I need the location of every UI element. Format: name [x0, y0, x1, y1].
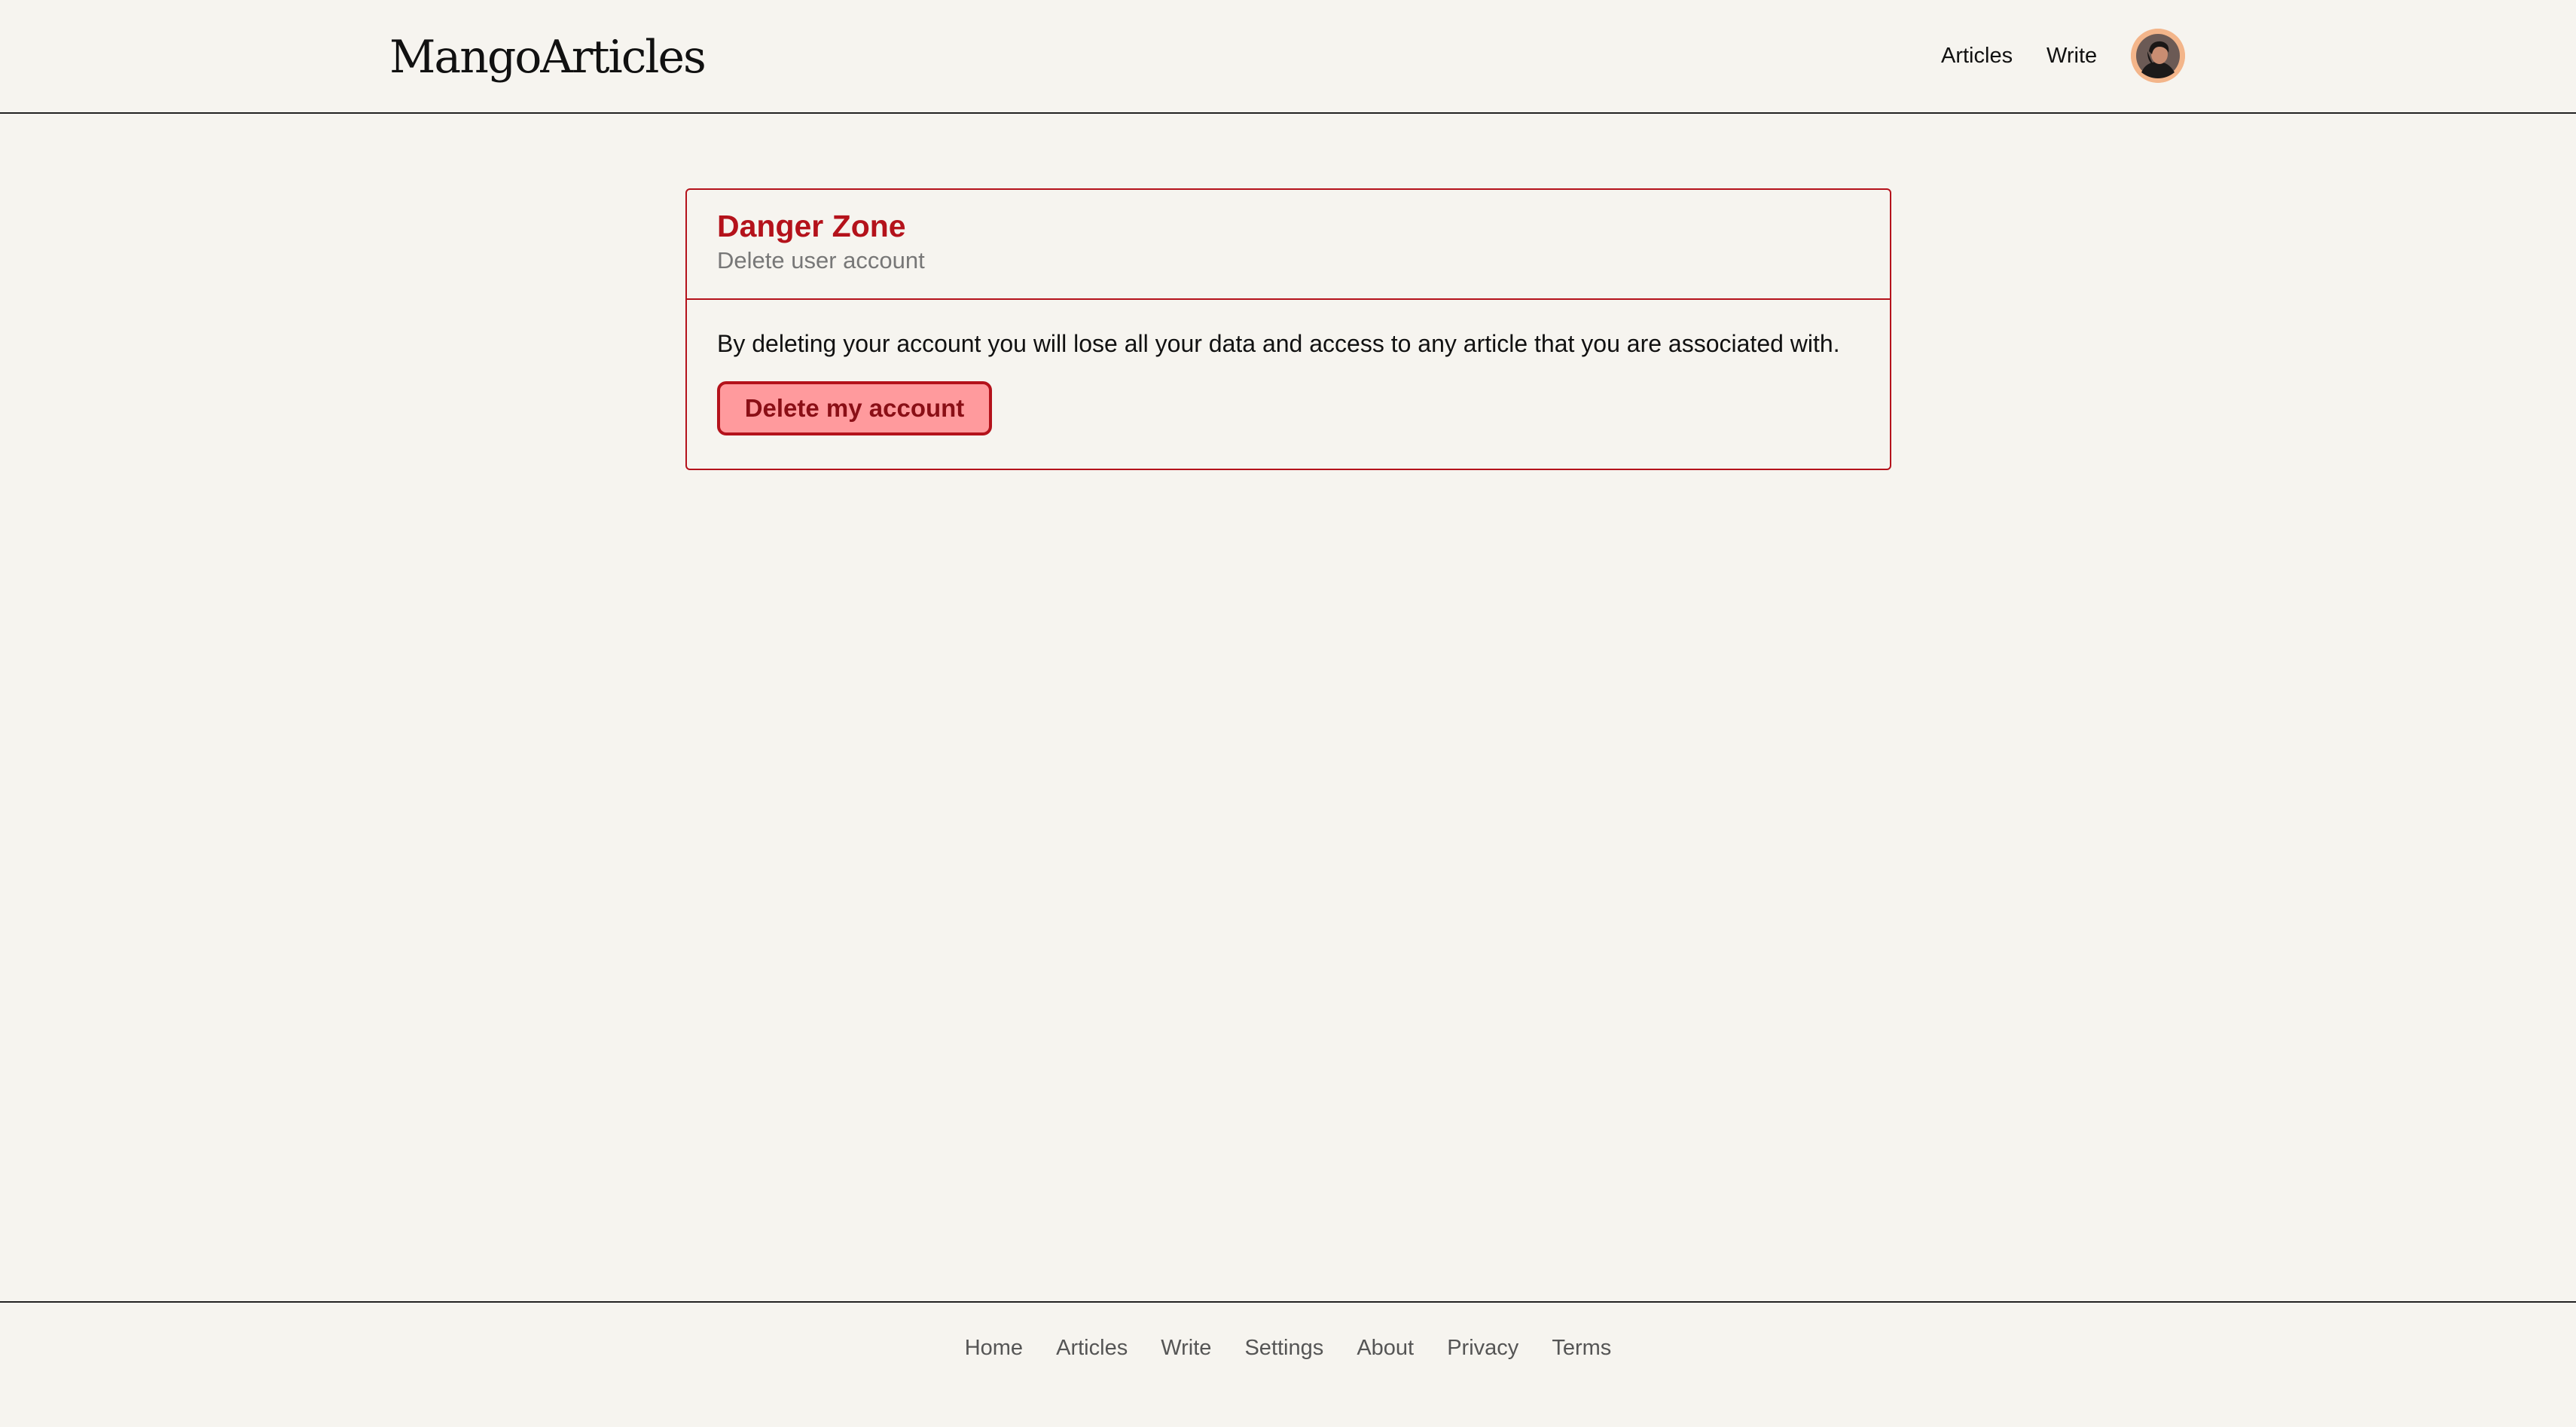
footer-about-link[interactable]: About	[1357, 1336, 1414, 1360]
footer-terms-link[interactable]: Terms	[1552, 1336, 1611, 1360]
nav-articles-link[interactable]: Articles	[1941, 39, 2013, 72]
footer-nav: Home Articles Write Settings About Priva…	[0, 1331, 2576, 1364]
danger-zone-subtitle: Delete user account	[717, 247, 925, 273]
site-logo[interactable]: MangoArticles	[389, 27, 707, 87]
delete-account-warning: By deleting your account you will lose a…	[717, 330, 1840, 357]
nav-write-link[interactable]: Write	[2046, 39, 2097, 72]
danger-zone-header: Danger Zone Delete user account	[687, 190, 1890, 300]
footer-privacy-link[interactable]: Privacy	[1447, 1336, 1518, 1360]
site-footer: Home Articles Write Settings About Priva…	[0, 1301, 2576, 1427]
page: MangoArticles Articles Write Danger Zone…	[0, 0, 2576, 1427]
user-avatar[interactable]	[2131, 29, 2185, 83]
avatar-portrait-icon	[2131, 29, 2185, 83]
danger-zone-title: Danger Zone	[717, 209, 906, 243]
footer-settings-link[interactable]: Settings	[1244, 1336, 1323, 1360]
danger-zone-card: Danger Zone Delete user account By delet…	[685, 188, 1891, 470]
footer-write-link[interactable]: Write	[1161, 1336, 1211, 1360]
delete-account-button[interactable]: Delete my account	[717, 381, 992, 435]
site-header: MangoArticles Articles Write	[0, 0, 2576, 114]
footer-home-link[interactable]: Home	[965, 1336, 1023, 1360]
footer-articles-link[interactable]: Articles	[1056, 1336, 1128, 1360]
danger-zone-body: By deleting your account you will lose a…	[687, 300, 1890, 435]
